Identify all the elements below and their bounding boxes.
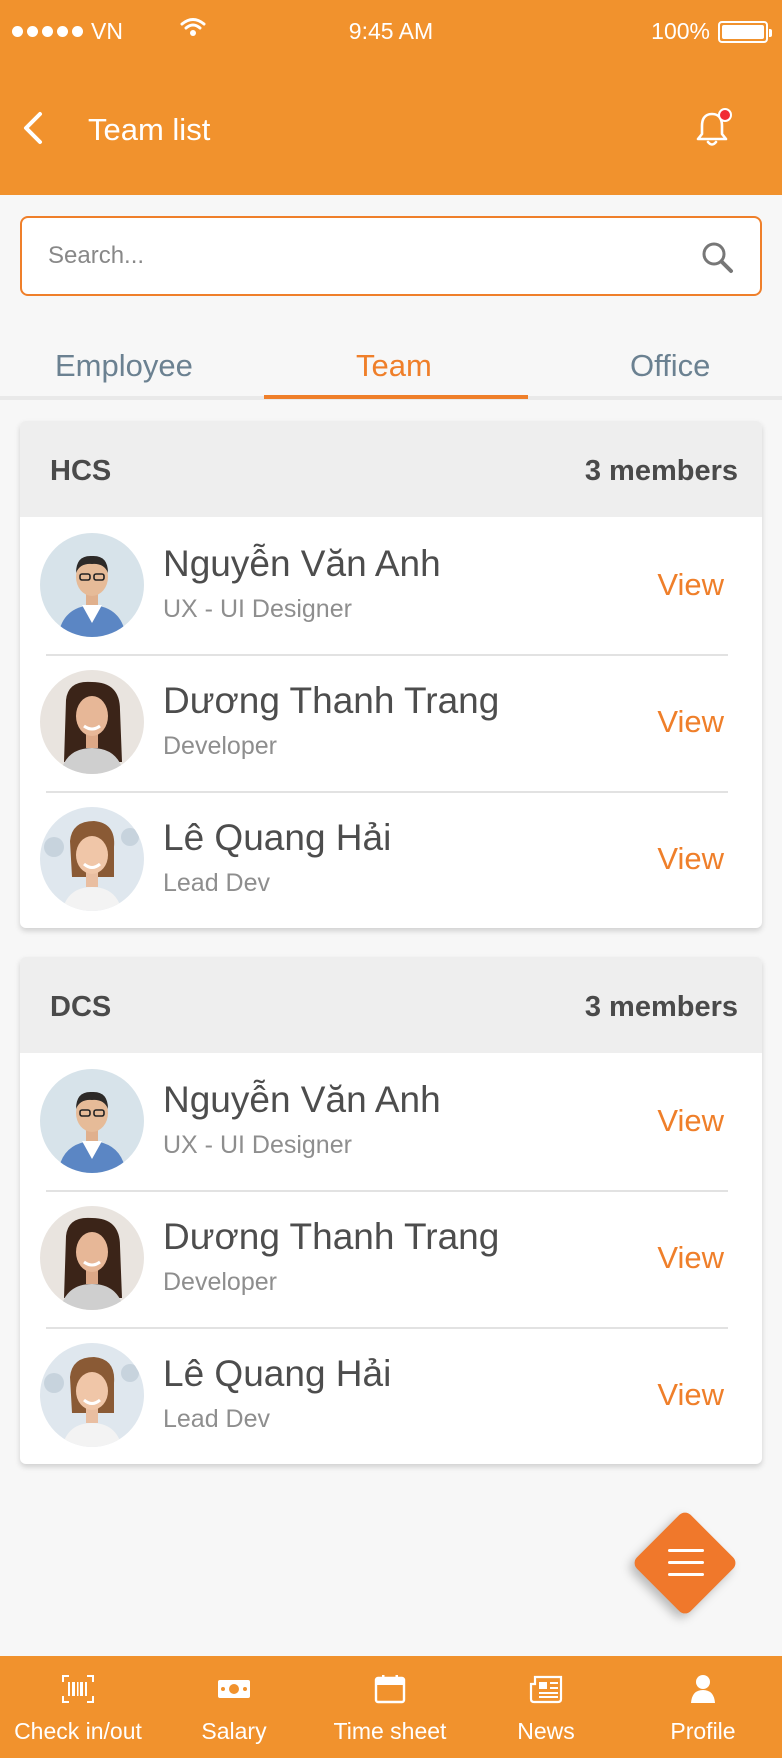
search-input[interactable] [48,236,668,276]
bottom-nav: Check in/out Salary Time sheet News Prof… [0,1656,782,1758]
avatar [40,533,144,637]
nav-label: News [517,1718,575,1744]
notification-badge [718,108,732,122]
active-tab-indicator [264,395,528,399]
member-role: UX - UI Designer [163,1131,352,1159]
group-header: DCS 3 members [20,957,762,1053]
view-button[interactable]: View [657,1377,724,1413]
search-box [20,216,762,296]
avatar [40,1206,144,1310]
view-button[interactable]: View [657,1103,724,1139]
nav-check-in-out[interactable]: Check in/out [0,1656,156,1758]
member-row[interactable]: Dương Thanh Trang Developer View [20,1190,762,1327]
calendar-icon [374,1675,406,1704]
barcode-icon [62,1675,94,1703]
member-row[interactable]: Dương Thanh Trang Developer View [20,654,762,791]
avatar [40,1343,144,1447]
nav-profile[interactable]: Profile [624,1656,782,1758]
tab-bar: Employee Team Office [0,340,782,400]
notification-button[interactable] [694,108,732,148]
member-count: 3 members [584,991,738,1023]
avatar [40,807,144,911]
nav-label: Profile [670,1718,736,1744]
team-group-dcs: DCS 3 members Nguyễn Văn Anh UX - UI Des… [20,957,762,1464]
group-name: DCS [50,991,112,1023]
member-row[interactable]: Lê Quang Hải Lead Dev View [20,791,762,928]
back-arrow-icon[interactable] [18,108,48,148]
member-name: Dương Thanh Trang [163,1216,500,1257]
group-header: HCS 3 members [20,421,762,517]
page-title: Team list [88,112,211,147]
nav-time-sheet[interactable]: Time sheet [312,1656,468,1758]
member-row[interactable]: Lê Quang Hải Lead Dev View [20,1327,762,1464]
view-button[interactable]: View [657,704,724,740]
status-bar: VN 9:45 AM 100% [0,14,782,48]
member-role: Developer [163,732,277,760]
member-name: Nguyễn Văn Anh [163,1079,441,1120]
money-icon [218,1680,250,1698]
team-group-hcs: HCS 3 members Nguyễn Văn Anh UX - UI Des… [20,421,762,928]
avatar [40,1069,144,1173]
member-name: Lê Quang Hải [163,817,392,858]
member-row[interactable]: Nguyễn Văn Anh UX - UI Designer View [20,1053,762,1190]
member-name: Dương Thanh Trang [163,680,500,721]
battery-percent: 100% [651,18,710,44]
view-button[interactable]: View [657,1240,724,1276]
battery-icon [718,20,772,43]
newspaper-icon [529,1675,563,1704]
view-button[interactable]: View [657,841,724,877]
hamburger-icon [668,1549,704,1585]
tab-team[interactable]: Team [356,348,432,384]
nav-label: Check in/out [14,1718,142,1744]
nav-label: Time sheet [333,1718,447,1744]
nav-salary[interactable]: Salary [156,1656,312,1758]
member-role: Developer [163,1268,277,1296]
tab-office[interactable]: Office [630,348,710,384]
member-name: Nguyễn Văn Anh [163,543,441,584]
member-role: UX - UI Designer [163,595,352,623]
view-button[interactable]: View [657,567,724,603]
tab-employee[interactable]: Employee [55,348,193,384]
nav-label: Salary [201,1718,267,1744]
member-role: Lead Dev [163,869,271,897]
person-icon [691,1675,715,1703]
menu-fab-button[interactable] [631,1509,739,1617]
member-count: 3 members [584,455,738,487]
member-role: Lead Dev [163,1405,271,1433]
search-icon[interactable] [700,240,734,274]
avatar [40,670,144,774]
app-header: VN 9:45 AM 100% Team list [0,0,782,195]
member-row[interactable]: Nguyễn Văn Anh UX - UI Designer View [20,517,762,654]
group-name: HCS [50,455,112,487]
nav-news[interactable]: News [468,1656,624,1758]
member-name: Lê Quang Hải [163,1353,392,1394]
